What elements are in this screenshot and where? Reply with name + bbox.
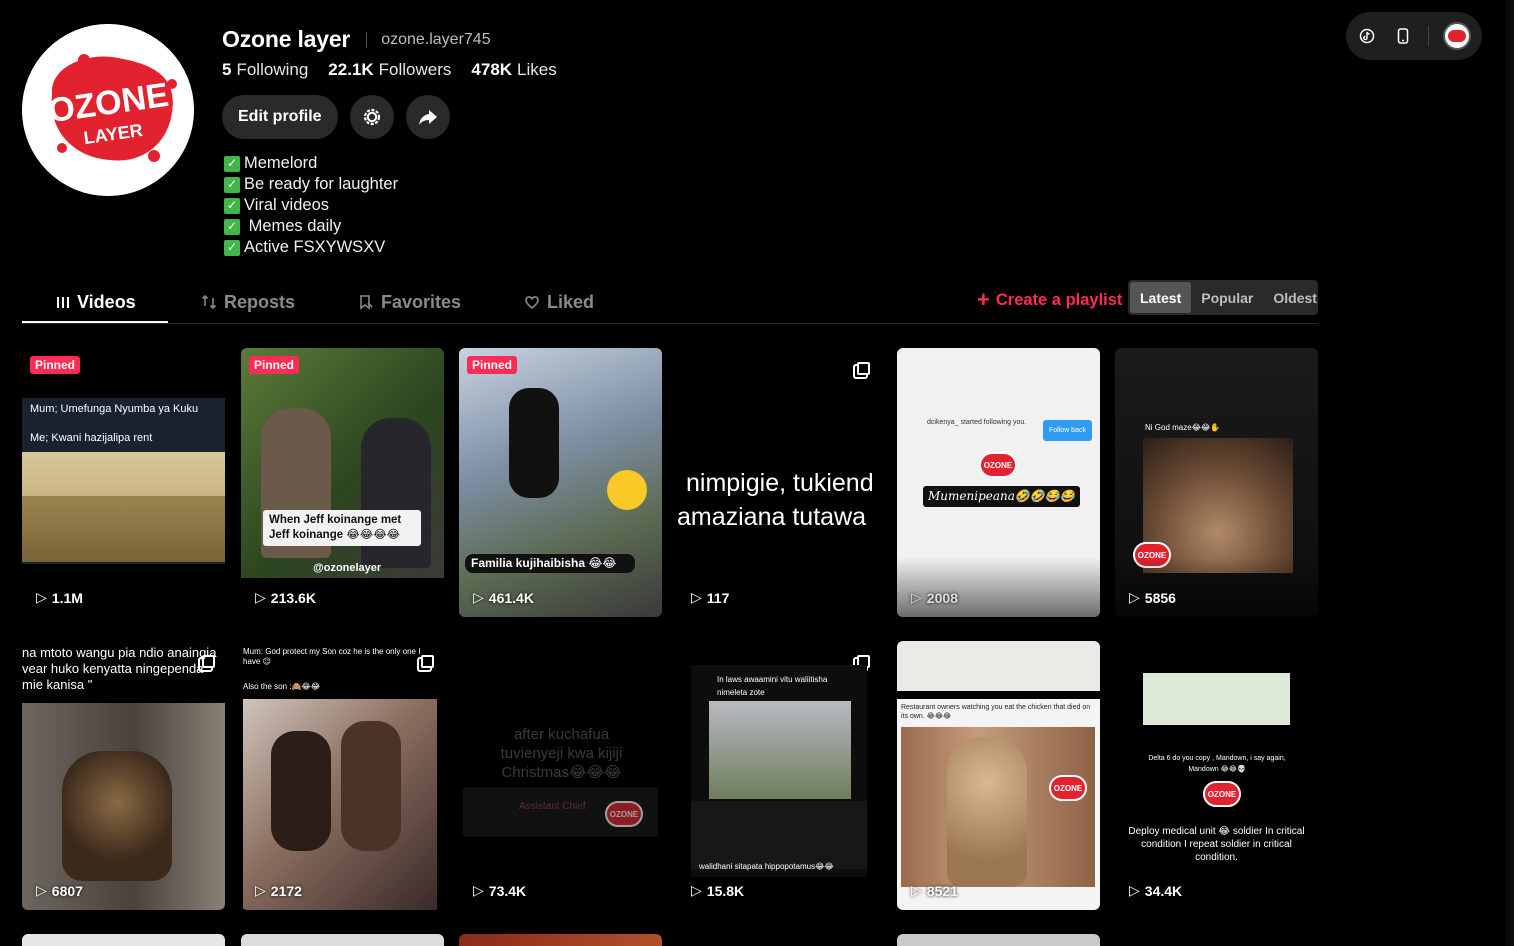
display-name: Ozone layer bbox=[222, 26, 351, 52]
video-card[interactable]: When Jeff koinange met Jeff koinange 😂😂😂… bbox=[241, 348, 444, 617]
bio-line: ✓ Active FSXYWSXV bbox=[224, 237, 398, 258]
username: ozone.layer745 bbox=[381, 30, 491, 48]
play-icon: ▷ bbox=[691, 882, 702, 898]
video-card[interactable] bbox=[897, 934, 1100, 946]
share-icon bbox=[418, 110, 437, 125]
check-icon: ✓ bbox=[224, 176, 240, 193]
top-controls bbox=[1346, 12, 1482, 60]
active-tab-indicator bbox=[22, 321, 168, 323]
profile-stats: 5 Following 22.1K Followers 478K Likes bbox=[222, 60, 557, 80]
tab-liked[interactable]: Liked bbox=[524, 280, 594, 324]
view-count: ▷ 461.4K bbox=[473, 589, 534, 606]
view-count: ▷ 117 bbox=[691, 589, 730, 606]
play-icon: ▷ bbox=[255, 882, 266, 898]
sort-latest[interactable]: Latest bbox=[1130, 282, 1192, 313]
pinned-badge: Pinned bbox=[249, 356, 300, 374]
play-icon: ▷ bbox=[36, 589, 47, 605]
view-count: ▷ 5856 bbox=[1129, 589, 1176, 606]
tab-favorites[interactable]: Favorites bbox=[358, 280, 461, 324]
play-icon: ▷ bbox=[473, 882, 484, 898]
sort-oldest[interactable]: Oldest bbox=[1263, 282, 1327, 313]
view-count: ▷ 73.4K bbox=[473, 882, 527, 899]
profile-tabs: Videos Reposts Favorites Liked + Create … bbox=[22, 280, 1318, 324]
play-icon: ▷ bbox=[255, 589, 266, 605]
video-card[interactable]: Restaurant owners watching you eat the c… bbox=[897, 641, 1100, 910]
view-count: ▷ 2008 bbox=[911, 589, 958, 606]
video-card[interactable]: Mum; Umefunga Nyumba ya Kuku Me; Kwani h… bbox=[22, 348, 225, 617]
name-row: Ozone layer ozone.layer745 bbox=[222, 26, 491, 53]
view-count: ▷ 213.6K bbox=[255, 589, 316, 606]
video-card[interactable]: dcikenya_ started following you. Follow … bbox=[897, 348, 1100, 617]
tiktok-icon[interactable] bbox=[1356, 25, 1378, 47]
pinned-badge: Pinned bbox=[467, 356, 518, 374]
video-card[interactable] bbox=[241, 934, 444, 946]
video-card[interactable]: Mum: God protect my Son coz he is the on… bbox=[241, 641, 444, 910]
profile-avatar[interactable]: OZONE LAYER bbox=[22, 24, 194, 196]
bio-line: ✓ Be ready for laughter bbox=[224, 174, 398, 195]
video-card[interactable]: Familia kujihaibisha 😂😂 Pinned ▷ 461.4K bbox=[459, 348, 662, 617]
bio-line: ✓ Memelord bbox=[224, 153, 398, 174]
create-playlist-button[interactable]: + Create a playlist bbox=[977, 280, 1122, 320]
video-card[interactable]: Ni God maze😂😂✋ OZONE ▷ 5856 bbox=[1115, 348, 1318, 617]
settings-button[interactable] bbox=[349, 95, 394, 139]
share-button[interactable] bbox=[405, 95, 450, 139]
scrollbar[interactable] bbox=[1506, 0, 1514, 946]
tab-videos[interactable]: Videos bbox=[56, 280, 136, 324]
view-count: ▷ 1.1M bbox=[36, 589, 83, 606]
play-icon: ▷ bbox=[691, 589, 702, 605]
play-icon: ▷ bbox=[1129, 589, 1140, 605]
view-count: ▷ 15.8K bbox=[691, 882, 745, 899]
view-count: ▷ 2172 bbox=[255, 882, 302, 899]
heart-icon bbox=[525, 296, 539, 310]
view-count: ▷ 6807 bbox=[36, 882, 83, 899]
account-avatar[interactable] bbox=[1443, 22, 1471, 50]
view-count: ▷ 34.4K bbox=[1129, 882, 1183, 899]
plus-icon: + bbox=[977, 287, 990, 312]
check-icon: ✓ bbox=[224, 239, 240, 256]
view-count: ▷ 8521 bbox=[911, 882, 958, 899]
bookmark-icon bbox=[360, 295, 373, 310]
play-icon: ▷ bbox=[36, 882, 47, 898]
check-icon: ✓ bbox=[224, 197, 240, 214]
repost-icon bbox=[201, 294, 217, 310]
video-card[interactable]: Delta 6 do you copy , Mandown, i say aga… bbox=[1115, 641, 1318, 910]
carousel-icon bbox=[857, 362, 870, 375]
video-card[interactable]: nimpigie, tukiend amaziana tutawa ▷ 117 bbox=[677, 348, 880, 617]
video-card[interactable]: In laws awaamini vitu waliitisha nimelet… bbox=[677, 641, 880, 910]
stat-following[interactable]: 5 Following bbox=[222, 60, 308, 80]
tab-reposts[interactable]: Reposts bbox=[201, 280, 295, 324]
video-card[interactable]: after kuchafua tuvienyeji kwa kijiji Chr… bbox=[459, 641, 662, 910]
video-card[interactable] bbox=[459, 934, 662, 946]
bio-line: ✓ Viral videos bbox=[224, 195, 398, 216]
play-icon: ▷ bbox=[473, 589, 484, 605]
bio-line: ✓ Memes daily bbox=[224, 216, 398, 237]
phone-icon[interactable] bbox=[1392, 25, 1414, 47]
sort-popular[interactable]: Popular bbox=[1191, 282, 1263, 313]
profile-bio: ✓ Memelord ✓ Be ready for laughter ✓ Viral … bbox=[224, 153, 398, 258]
video-card[interactable]: na mtoto wangu pia ndio anaingia vear hu… bbox=[22, 641, 225, 910]
gear-icon bbox=[363, 108, 380, 126]
pinned-badge: Pinned bbox=[30, 356, 81, 374]
video-card[interactable] bbox=[22, 934, 225, 946]
profile-actions: Edit profile bbox=[222, 95, 450, 139]
check-icon: ✓ bbox=[224, 218, 240, 235]
divider bbox=[366, 31, 368, 48]
edit-profile-button[interactable]: Edit profile bbox=[222, 95, 338, 139]
stat-likes: 478K Likes bbox=[471, 60, 557, 79]
sort-toggle: Latest Popular Oldest bbox=[1128, 280, 1318, 315]
divider bbox=[1428, 26, 1429, 46]
play-icon: ▷ bbox=[1129, 882, 1140, 898]
check-icon: ✓ bbox=[224, 155, 240, 172]
play-icon: ▷ bbox=[911, 589, 922, 605]
stat-followers[interactable]: 22.1K Followers bbox=[328, 60, 451, 80]
grid-icon bbox=[57, 297, 69, 308]
play-icon: ▷ bbox=[911, 882, 922, 898]
